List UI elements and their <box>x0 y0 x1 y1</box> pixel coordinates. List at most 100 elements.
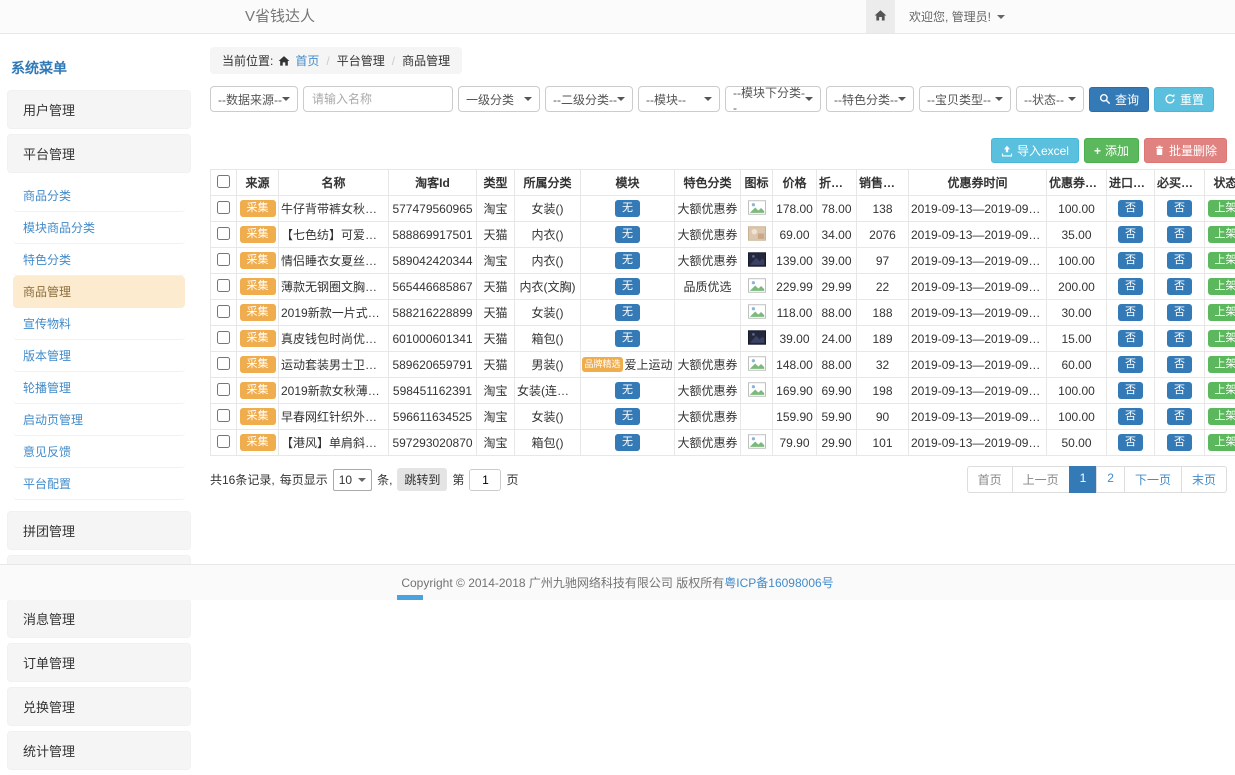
sidebar-item-平台配置[interactable]: 平台配置 <box>13 468 185 500</box>
status-badge[interactable]: 上架 <box>1208 330 1235 347</box>
imported-toggle[interactable]: 否 <box>1118 434 1143 451</box>
status-badge[interactable]: 上架 <box>1208 408 1235 425</box>
imported-toggle[interactable]: 否 <box>1118 382 1143 399</box>
must-buy-toggle[interactable]: 否 <box>1167 304 1192 321</box>
row-checkbox[interactable] <box>217 253 230 266</box>
sidebar-group-兑换管理[interactable]: 兑换管理 <box>7 687 191 726</box>
sidebar-group-拼团管理[interactable]: 拼团管理 <box>7 511 191 550</box>
row-checkbox[interactable] <box>217 435 230 448</box>
module-none-badge[interactable]: 无 <box>615 252 640 269</box>
sidebar-group-统计管理[interactable]: 统计管理 <box>7 731 191 770</box>
module-none-badge[interactable]: 无 <box>615 278 640 295</box>
sidebar-item-商品分类[interactable]: 商品分类 <box>13 180 185 212</box>
user-menu[interactable]: 欢迎您, 管理员! <box>895 0 1019 33</box>
must-buy-toggle[interactable]: 否 <box>1167 278 1192 295</box>
status-badge[interactable]: 上架 <box>1208 252 1235 269</box>
imported-toggle[interactable]: 否 <box>1118 304 1143 321</box>
status-badge[interactable]: 上架 <box>1208 356 1235 373</box>
sidebar-group-消息管理[interactable]: 消息管理 <box>7 599 191 638</box>
must-buy-toggle[interactable]: 否 <box>1167 200 1192 217</box>
status-badge[interactable]: 上架 <box>1208 226 1235 243</box>
row-checkbox[interactable] <box>217 357 230 370</box>
must-buy-toggle[interactable]: 否 <box>1167 330 1192 347</box>
sidebar-group-订单管理[interactable]: 订单管理 <box>7 643 191 682</box>
imported-toggle[interactable]: 否 <box>1118 330 1143 347</box>
filter-select-data-source[interactable]: --数据来源-- <box>210 86 298 112</box>
per-page-select[interactable]: 10 <box>333 469 372 491</box>
sidebar-group-平台管理[interactable]: 平台管理 <box>7 134 191 173</box>
filter-select-7[interactable]: --状态-- <box>1016 86 1084 112</box>
page-button-首页[interactable]: 首页 <box>967 466 1013 493</box>
imported-toggle[interactable]: 否 <box>1118 226 1143 243</box>
row-checkbox[interactable] <box>217 331 230 344</box>
add-button[interactable]: + 添加 <box>1084 138 1139 163</box>
status-badge[interactable]: 上架 <box>1208 382 1235 399</box>
home-button[interactable] <box>866 0 895 33</box>
icp-link[interactable]: 粤ICP备16098006号 <box>724 574 833 591</box>
row-checkbox[interactable] <box>217 227 230 240</box>
must-buy-toggle[interactable]: 否 <box>1167 408 1192 425</box>
name-search-input[interactable] <box>303 86 453 112</box>
module-none-badge[interactable]: 无 <box>615 434 640 451</box>
must-buy-toggle[interactable]: 否 <box>1167 434 1192 451</box>
reset-button[interactable]: 重置 <box>1154 87 1214 112</box>
jump-button[interactable]: 跳转到 <box>397 468 447 491</box>
filter-select-1[interactable]: 一级分类 <box>458 86 540 112</box>
must-buy-toggle[interactable]: 否 <box>1167 382 1192 399</box>
filter-select-5[interactable]: --特色分类-- <box>826 86 914 112</box>
page-button-上一页[interactable]: 上一页 <box>1012 466 1070 493</box>
batch-delete-button[interactable]: 批量删除 <box>1144 138 1227 163</box>
sidebar-item-版本管理[interactable]: 版本管理 <box>13 340 185 372</box>
filter-select-3[interactable]: --模块-- <box>638 86 720 112</box>
status-badge[interactable]: 上架 <box>1208 200 1235 217</box>
search-button[interactable]: 查询 <box>1089 87 1149 112</box>
row-checkbox[interactable] <box>217 279 230 292</box>
scrollbar-thumb[interactable] <box>397 595 423 600</box>
module-none-badge[interactable]: 无 <box>615 408 640 425</box>
status-badge[interactable]: 上架 <box>1208 278 1235 295</box>
sidebar-item-商品管理[interactable]: 商品管理 <box>13 276 185 308</box>
must-buy-toggle[interactable]: 否 <box>1167 226 1192 243</box>
module-none-badge[interactable]: 无 <box>615 382 640 399</box>
imported-toggle[interactable]: 否 <box>1118 408 1143 425</box>
sidebar-item-模块商品分类[interactable]: 模块商品分类 <box>13 212 185 244</box>
module-none-badge[interactable]: 无 <box>615 330 640 347</box>
row-checkbox[interactable] <box>217 409 230 422</box>
module-none-badge[interactable]: 无 <box>615 304 640 321</box>
module-none-badge[interactable]: 无 <box>615 226 640 243</box>
sidebar-item-意见反馈[interactable]: 意见反馈 <box>13 436 185 468</box>
imported-toggle[interactable]: 否 <box>1118 252 1143 269</box>
module-none-badge[interactable]: 无 <box>615 200 640 217</box>
page-number-input[interactable] <box>469 469 501 491</box>
feature-category-cell: 大额优惠券 <box>675 248 741 274</box>
row-checkbox[interactable] <box>217 305 230 318</box>
sidebar-item-轮播管理[interactable]: 轮播管理 <box>13 372 185 404</box>
select-all-checkbox[interactable] <box>217 175 230 188</box>
imported-cell: 否 <box>1107 274 1155 300</box>
imported-toggle[interactable]: 否 <box>1118 278 1143 295</box>
row-checkbox[interactable] <box>217 383 230 396</box>
sidebar-item-宣传物料[interactable]: 宣传物料 <box>13 308 185 340</box>
page-button-末页[interactable]: 末页 <box>1181 466 1227 493</box>
filter-select-2[interactable]: --二级分类-- <box>545 86 633 112</box>
must-buy-toggle[interactable]: 否 <box>1167 252 1192 269</box>
filter-select-6[interactable]: --宝贝类型-- <box>919 86 1011 112</box>
status-badge[interactable]: 上架 <box>1208 304 1235 321</box>
row-checkbox[interactable] <box>217 201 230 214</box>
status-badge[interactable]: 上架 <box>1208 434 1235 451</box>
thumbnail-cell <box>741 196 773 222</box>
breadcrumb-home-link[interactable]: 首页 <box>295 52 319 69</box>
page-button-下一页[interactable]: 下一页 <box>1124 466 1182 493</box>
page-button-2[interactable]: 2 <box>1096 466 1125 493</box>
imported-toggle[interactable]: 否 <box>1118 356 1143 373</box>
coupon-time-cell: 2019-09-13—2019-09-17 <box>909 196 1047 222</box>
sidebar-item-特色分类[interactable]: 特色分类 <box>13 244 185 276</box>
page-button-1[interactable]: 1 <box>1069 466 1098 493</box>
import-excel-button[interactable]: 导入excel <box>991 138 1079 163</box>
taoke-id-cell: 598451162391 <box>389 378 477 404</box>
must-buy-toggle[interactable]: 否 <box>1167 356 1192 373</box>
sidebar-group-用户管理[interactable]: 用户管理 <box>7 90 191 129</box>
imported-toggle[interactable]: 否 <box>1118 200 1143 217</box>
filter-select-4[interactable]: --模块下分类-- <box>725 86 821 112</box>
sidebar-item-启动页管理[interactable]: 启动页管理 <box>13 404 185 436</box>
